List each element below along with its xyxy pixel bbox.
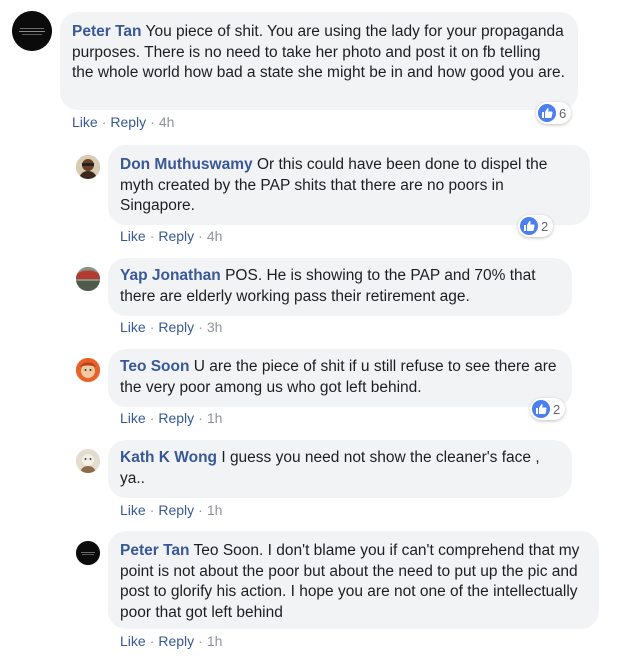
separator-dot: · bbox=[149, 633, 155, 649]
reply-link[interactable]: Reply bbox=[158, 319, 194, 335]
avatar-image bbox=[76, 267, 100, 291]
avatar-image bbox=[76, 541, 100, 565]
avatar[interactable] bbox=[76, 541, 100, 565]
comment-bubble: Yap Jonathan POS. He is showing to the P… bbox=[108, 258, 572, 316]
comment-actions: Like · Reply · 1h bbox=[120, 410, 222, 426]
reaction-number: 2 bbox=[553, 401, 561, 417]
comment-actions: Like · Reply · 3h bbox=[120, 319, 222, 335]
avatar-image bbox=[76, 155, 100, 179]
comment-bubble: Teo Soon U are the piece of shit if u st… bbox=[108, 349, 572, 407]
separator-dot: · bbox=[198, 502, 203, 518]
avatar[interactable] bbox=[12, 11, 52, 51]
comment-actions: Like · Reply · 1h bbox=[120, 502, 222, 518]
avatar-image bbox=[76, 449, 100, 473]
comment-bubble: Peter Tan You piece of shit. You are usi… bbox=[60, 12, 578, 110]
reaction-count[interactable]: 2 bbox=[518, 215, 554, 237]
like-link[interactable]: Like bbox=[120, 228, 146, 244]
comment-actions: Like · Reply · 1h bbox=[120, 633, 222, 649]
separator-dot: · bbox=[149, 228, 155, 244]
avatar[interactable] bbox=[76, 155, 100, 179]
like-link[interactable]: Like bbox=[120, 633, 146, 649]
comment-bubble: Don Muthuswamy Or this could have been d… bbox=[108, 145, 590, 225]
reaction-count[interactable]: 2 bbox=[530, 398, 566, 420]
reaction-count[interactable]: 6 bbox=[536, 102, 572, 124]
like-thumb-icon bbox=[538, 104, 556, 122]
separator-dot: · bbox=[198, 410, 203, 426]
reply-link[interactable]: Reply bbox=[158, 502, 194, 518]
comment-timestamp[interactable]: 3h bbox=[207, 319, 223, 335]
comment-bubble: Peter Tan Teo Soon. I don't blame you if… bbox=[108, 531, 599, 629]
reaction-number: 2 bbox=[541, 218, 549, 234]
comment-timestamp[interactable]: 1h bbox=[207, 410, 223, 426]
separator-dot: · bbox=[149, 502, 155, 518]
comment-author[interactable]: Kath K Wong bbox=[120, 449, 217, 466]
reply-link[interactable]: Reply bbox=[158, 228, 194, 244]
avatar[interactable] bbox=[76, 267, 100, 291]
like-link[interactable]: Like bbox=[72, 114, 98, 130]
comment-author[interactable]: Peter Tan bbox=[72, 23, 142, 40]
like-link[interactable]: Like bbox=[120, 410, 146, 426]
comment-text: You piece of shit. You are using the lad… bbox=[72, 23, 565, 81]
avatar[interactable] bbox=[76, 449, 100, 473]
reply-link[interactable]: Reply bbox=[158, 633, 194, 649]
comment-timestamp[interactable]: 1h bbox=[207, 633, 223, 649]
separator-dot: · bbox=[150, 114, 155, 130]
avatar-image bbox=[12, 11, 52, 51]
comment-author[interactable]: Teo Soon bbox=[120, 358, 189, 375]
like-link[interactable]: Like bbox=[120, 319, 146, 335]
comment-author[interactable]: Don Muthuswamy bbox=[120, 156, 253, 173]
like-link[interactable]: Like bbox=[120, 502, 146, 518]
comment-timestamp[interactable]: 4h bbox=[207, 228, 223, 244]
separator-dot: · bbox=[149, 319, 155, 335]
comment-timestamp[interactable]: 4h bbox=[159, 114, 175, 130]
reply-link[interactable]: Reply bbox=[158, 410, 194, 426]
separator-dot: · bbox=[198, 319, 203, 335]
reply-link[interactable]: Reply bbox=[110, 114, 146, 130]
comment-actions: Like · Reply · 4h bbox=[120, 228, 222, 244]
avatar-image bbox=[76, 358, 100, 382]
avatar[interactable] bbox=[76, 358, 100, 382]
separator-dot: · bbox=[101, 114, 107, 130]
like-thumb-icon bbox=[520, 217, 538, 235]
comment-bubble: Kath K Wong I guess you need not show th… bbox=[108, 440, 572, 498]
separator-dot: · bbox=[149, 410, 155, 426]
comment-author[interactable]: Peter Tan bbox=[120, 542, 190, 559]
separator-dot: · bbox=[198, 228, 203, 244]
like-thumb-icon bbox=[532, 400, 550, 418]
comment-author[interactable]: Yap Jonathan bbox=[120, 267, 221, 284]
separator-dot: · bbox=[198, 633, 203, 649]
comment-timestamp[interactable]: 1h bbox=[207, 502, 223, 518]
comment-actions: Like · Reply · 4h bbox=[72, 114, 174, 130]
reaction-number: 6 bbox=[559, 105, 567, 121]
